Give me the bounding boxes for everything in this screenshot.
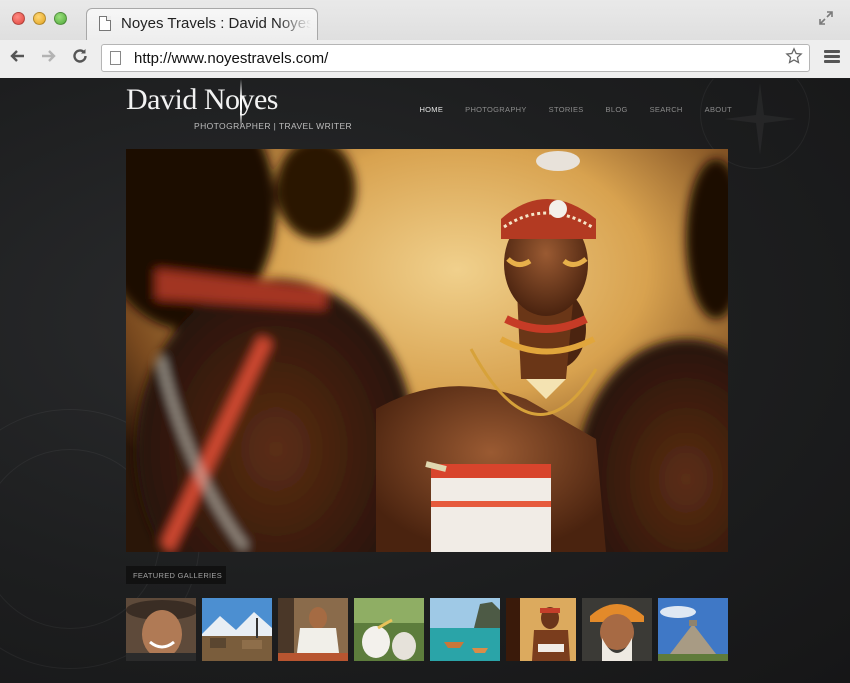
web-page: David Noyes PHOTOGRAPHER | TRAVEL WRITER… [0, 79, 850, 683]
minimize-window-button[interactable] [33, 12, 46, 25]
address-bar[interactable]: http://www.noyestravels.com/ [101, 44, 810, 72]
page-icon [99, 16, 111, 31]
arrow-right-icon[interactable] [37, 46, 59, 70]
nav-photography[interactable]: PHOTOGRAPHY [465, 105, 527, 114]
star-icon[interactable] [785, 47, 803, 71]
arrow-left-icon[interactable] [7, 46, 29, 70]
browser-toolbar: http://www.noyestravels.com/ [0, 40, 850, 78]
gallery-thumbnail[interactable] [126, 598, 196, 661]
gallery-thumbnail[interactable] [582, 598, 652, 661]
nav-stories[interactable]: STORIES [549, 105, 584, 114]
expand-icon[interactable] [818, 10, 834, 26]
zoom-window-button[interactable] [54, 12, 67, 25]
compass-star-icon [724, 83, 796, 155]
browser-tab[interactable]: Noyes Travels : David Noyes [86, 8, 318, 40]
browser-chrome: Noyes Travels : David Noyes http://www.n… [0, 0, 850, 78]
gallery-thumbnail[interactable] [354, 598, 424, 661]
nav-search[interactable]: SEARCH [650, 105, 683, 114]
nav-blog[interactable]: BLOG [606, 105, 628, 114]
gallery-thumbnail[interactable] [430, 598, 500, 661]
nav-about[interactable]: ABOUT [705, 105, 732, 114]
hero-photo[interactable] [126, 149, 728, 552]
logo-name: David Noyes [126, 83, 278, 116]
close-window-button[interactable] [12, 12, 25, 25]
page-icon [110, 51, 121, 65]
logo-tagline: PHOTOGRAPHER | TRAVEL WRITER [194, 121, 353, 131]
main-nav: HOME PHOTOGRAPHY STORIES BLOG SEARCH ABO… [397, 105, 732, 114]
hamburger-menu-icon[interactable] [824, 50, 840, 64]
featured-galleries-label: FEATURED GALLERIES [126, 566, 226, 584]
featured-thumbnails [126, 598, 728, 661]
gallery-thumbnail[interactable] [278, 598, 348, 661]
url-text: http://www.noyestravels.com/ [134, 50, 329, 67]
window-controls [12, 12, 67, 25]
nav-home[interactable]: HOME [419, 105, 443, 114]
gallery-thumbnail[interactable] [506, 598, 576, 661]
reload-icon[interactable] [69, 46, 91, 70]
site-logo[interactable]: David Noyes PHOTOGRAPHER | TRAVEL WRITER [126, 79, 352, 133]
tab-title: Noyes Travels : David Noyes [121, 15, 311, 32]
gallery-thumbnail[interactable] [202, 598, 272, 661]
gallery-thumbnail[interactable] [658, 598, 728, 661]
